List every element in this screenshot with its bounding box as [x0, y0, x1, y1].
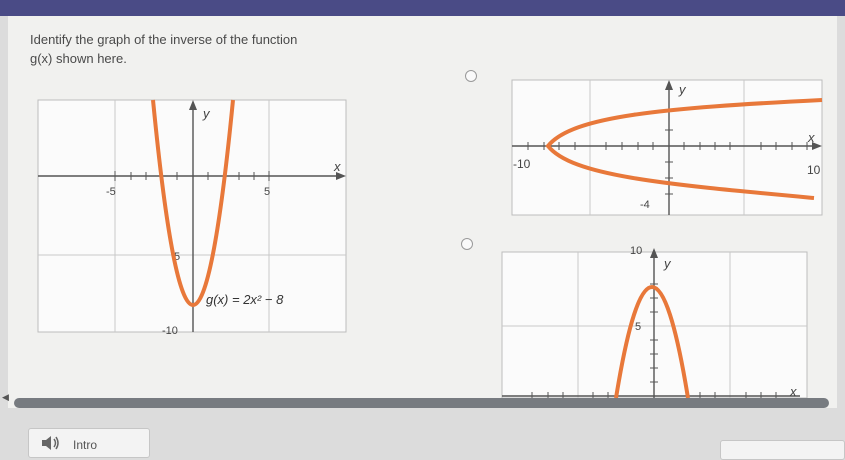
option-a-graph[interactable]: x y -10 10 -4	[511, 79, 824, 218]
tick-label-y-10: 10	[630, 245, 642, 257]
intro-label: Intro	[73, 438, 98, 452]
tick-label-x-neg10: -10	[513, 157, 531, 171]
tick-label-y-5: 5	[635, 321, 641, 333]
footer-right-button[interactable]	[720, 440, 845, 460]
tick-label-y-neg10: -10	[162, 325, 178, 337]
x-axis-label: x	[807, 130, 815, 145]
tick-label-y-neg4: -4	[640, 199, 650, 211]
tick-label-x-pos10: 10	[807, 163, 821, 177]
scroll-left-arrow-icon[interactable]: ◀	[2, 392, 9, 403]
question-text: Identify the graph of the inverse of the…	[30, 30, 430, 68]
speaker-icon	[42, 436, 59, 450]
tick-label-x-pos5: 5	[264, 186, 270, 198]
function-label: g(x) = 2x² − 8	[206, 292, 284, 307]
x-axis-label: x	[789, 384, 797, 399]
question-line-2: g(x) shown here.	[30, 51, 127, 66]
option-b-graph[interactable]: 10 5 y x	[501, 238, 810, 399]
question-line-1: Identify the graph of the inverse of the…	[30, 32, 298, 47]
intro-button[interactable]: Intro	[28, 428, 150, 458]
x-axis-label: x	[333, 159, 341, 174]
option-b-radio[interactable]	[461, 238, 473, 250]
option-a-radio[interactable]	[465, 70, 477, 82]
header-bar	[0, 0, 845, 16]
tick-label-x-neg5: -5	[106, 186, 116, 198]
main-graph: x y -5 5 5 -10 g(x) = 2x² − 8	[37, 99, 347, 337]
horizontal-scrollbar[interactable]	[14, 398, 829, 408]
